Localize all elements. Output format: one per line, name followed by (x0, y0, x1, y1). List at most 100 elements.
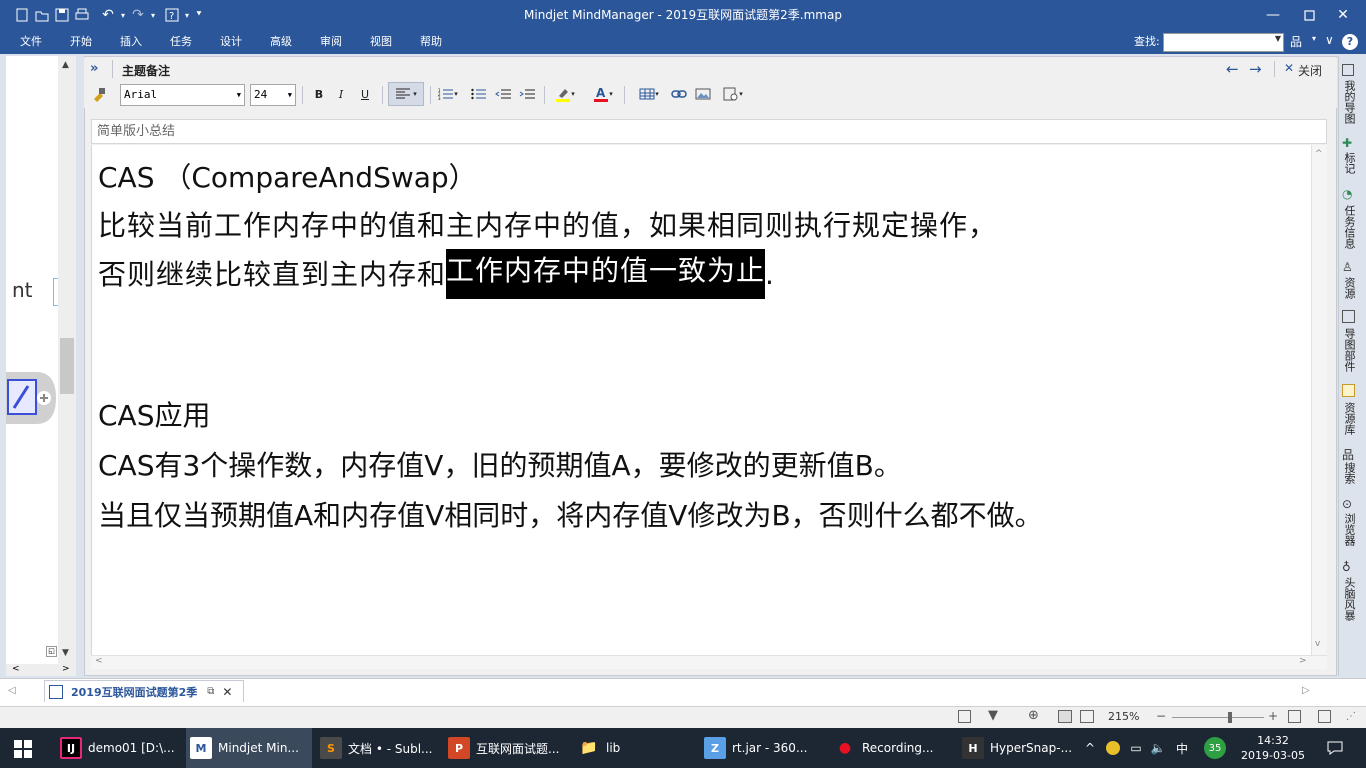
float-tab-icon[interactable]: ⧉ (207, 686, 214, 697)
help-circle-icon[interactable]: ? (1342, 34, 1358, 50)
next-topic-icon[interactable]: → (1249, 60, 1262, 78)
taskbar-explorer-lib[interactable]: 📁 lib (574, 728, 700, 768)
topic-notes-node[interactable] (6, 370, 58, 426)
tab-scroll-right-icon[interactable]: ▷ (1302, 685, 1310, 696)
map-vertical-scrollbar[interactable]: ▲ ◱ ▼ (46, 56, 76, 664)
insert-field-icon[interactable]: ▾ (718, 82, 748, 106)
resources-icon[interactable]: ♙ (1342, 260, 1353, 274)
customize-icon[interactable]: ⯆ (192, 5, 206, 25)
print-icon[interactable] (72, 5, 92, 25)
resize-icon[interactable]: ◱ (46, 646, 57, 657)
library-icon[interactable] (1342, 384, 1355, 397)
chevron-down-icon[interactable]: ▼ (288, 85, 292, 105)
taskbar-hypersnap[interactable]: H HyperSnap-... (958, 728, 1084, 768)
tab-map-parts[interactable]: 导图部件 (1340, 328, 1358, 380)
taskbar-sublime[interactable]: S 文档 • - Subl... (316, 728, 442, 768)
help-icon[interactable]: ? (162, 5, 182, 25)
scroll-left-icon[interactable]: < (12, 664, 20, 674)
open-file-icon[interactable] (32, 5, 52, 25)
tab-markers[interactable]: 标记 (1340, 152, 1358, 182)
previous-topic-icon[interactable]: ← (1226, 60, 1239, 78)
close-notes-button[interactable]: 关闭 (1298, 62, 1322, 79)
tab-scroll-left-icon[interactable]: ◁ (8, 685, 16, 696)
taskbar-recording[interactable]: ● Recording... (830, 728, 956, 768)
tab-task-info[interactable]: 任务信息 (1340, 205, 1358, 257)
page-icon[interactable] (958, 710, 971, 723)
ime-indicator[interactable]: 中 (1172, 728, 1192, 768)
volume-muted-icon[interactable]: 🔈 (1148, 728, 1168, 768)
menu-view[interactable]: 视图 (368, 30, 394, 54)
close-icon[interactable]: ✕ (1320, 0, 1366, 30)
collapse-ribbon-icon[interactable]: ∨ (1325, 33, 1334, 47)
fit-map-icon[interactable] (1288, 710, 1301, 723)
dropdown-icon[interactable]: ▾ (118, 5, 128, 25)
tab-my-maps[interactable]: 我的导图 (1340, 80, 1358, 128)
bullet-list-icon[interactable] (468, 82, 490, 106)
redo-icon[interactable]: ↷ (128, 5, 148, 25)
align-left-button[interactable]: ▾ (388, 82, 424, 106)
menu-insert[interactable]: 插入 (118, 30, 144, 54)
windows-start-icon[interactable] (14, 740, 32, 761)
search-icon[interactable]: 品 (1342, 446, 1354, 463)
scroll-right-icon[interactable]: > (1299, 656, 1307, 666)
scroll-thumb[interactable] (60, 338, 74, 394)
menu-home[interactable]: 开始 (68, 30, 94, 54)
zoom-slider-thumb[interactable] (1228, 712, 1232, 723)
tab-library[interactable]: 资源库 (1340, 402, 1358, 442)
menu-design[interactable]: 设计 (218, 30, 244, 54)
new-file-icon[interactable] (12, 5, 32, 25)
tab-search[interactable]: 搜索 (1340, 462, 1358, 490)
scroll-up-icon[interactable]: ^ (1315, 149, 1323, 159)
zoom-out-icon[interactable]: − (1156, 709, 1166, 723)
focus-icon[interactable]: ⊕ (1028, 708, 1039, 723)
scroll-left-icon[interactable]: < (95, 656, 103, 666)
security-badge-icon[interactable]: 35 (1200, 728, 1230, 768)
font-color-icon[interactable]: A ▾ (588, 82, 618, 106)
find-input[interactable] (1164, 34, 1269, 51)
font-size-select[interactable]: 24 ▼ (250, 84, 296, 106)
chevron-down-icon[interactable]: ▼ (237, 85, 241, 105)
tab-brainstorm[interactable]: 头脑风暴 (1340, 577, 1358, 633)
notifications-icon[interactable] (1320, 728, 1350, 768)
taskbar-intellij[interactable]: IJ demo01 [D:\... (56, 728, 182, 768)
my-maps-icon[interactable] (1342, 64, 1354, 76)
editor-vertical-scrollbar[interactable]: ^ v (1311, 145, 1327, 655)
close-tab-icon[interactable]: ✕ (222, 685, 232, 699)
menu-file[interactable]: 文件 (18, 30, 44, 54)
brainstorm-icon[interactable]: ♁ (1342, 560, 1351, 574)
markers-icon[interactable]: ✚ (1342, 136, 1352, 150)
binoculars-icon[interactable]: 品 (1290, 33, 1312, 51)
map-horizontal-scrollbar[interactable]: < > (6, 664, 76, 676)
dropdown-icon[interactable]: ▾ (1312, 34, 1316, 43)
decrease-indent-icon[interactable] (492, 82, 514, 106)
find-field[interactable]: ▼ (1163, 33, 1284, 52)
tray-chevron-up-icon[interactable]: ^ (1082, 728, 1098, 768)
scroll-down-icon[interactable]: ▼ (62, 648, 69, 658)
map-view-icon[interactable] (1058, 710, 1072, 723)
numbered-list-icon[interactable]: 1 2 3 ▾ (434, 82, 462, 106)
increase-indent-icon[interactable] (516, 82, 538, 106)
filter-icon[interactable]: ▼ (988, 708, 998, 723)
taskbar-360zip[interactable]: Zrt.jar - 360... (700, 728, 826, 768)
highlight-color-icon[interactable]: ▾ (550, 82, 580, 106)
editor-horizontal-scrollbar[interactable]: < > (91, 655, 1327, 669)
zoom-in-icon[interactable]: + (1268, 709, 1278, 723)
undo-icon[interactable]: ↶ (98, 5, 118, 25)
tray-app-icon[interactable] (1102, 728, 1124, 768)
dropdown-icon[interactable]: ▾ (148, 5, 158, 25)
menu-advanced[interactable]: 高级 (268, 30, 294, 54)
task-info-icon[interactable]: ◔ (1342, 187, 1352, 201)
font-name-select[interactable]: Arial ▼ (120, 84, 245, 106)
browser-icon[interactable]: ⊙ (1342, 497, 1352, 511)
taskbar-powerpoint[interactable]: P 互联网面试题... (444, 728, 570, 768)
expand-panel-icon[interactable]: » (90, 61, 98, 76)
taskbar-mindmanager[interactable]: M Mindjet Min... (186, 728, 312, 768)
bold-button[interactable]: B (308, 82, 330, 106)
document-tab[interactable]: 2019互联网面试题第2季 ⧉ ✕ (44, 680, 244, 702)
tab-browser[interactable]: 浏览器 (1340, 513, 1358, 555)
table-icon[interactable]: ▾ (634, 82, 664, 106)
resize-grip-icon[interactable]: ⋰ (1346, 711, 1356, 722)
menu-task[interactable]: 任务 (168, 30, 194, 54)
scroll-right-icon[interactable]: > (62, 664, 70, 674)
dropdown-icon[interactable]: ▾ (182, 5, 192, 25)
